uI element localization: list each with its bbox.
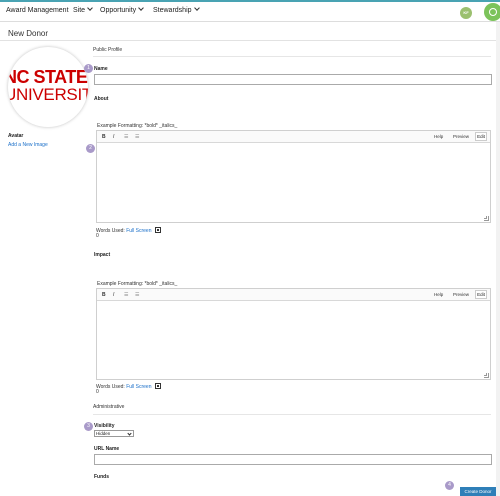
- edit-button[interactable]: Edit: [475, 290, 487, 299]
- fullscreen-link[interactable]: Full Screen: [126, 384, 151, 390]
- words-used-label: Words Used:: [96, 384, 125, 390]
- chevron-down-icon: [193, 5, 200, 11]
- bold-button[interactable]: B: [102, 292, 106, 298]
- step-marker: 3: [84, 422, 93, 431]
- nav-menu-site[interactable]: Site: [73, 5, 93, 14]
- user-avatar[interactable]: KF: [460, 7, 472, 19]
- chevron-down-icon: [138, 5, 145, 11]
- public-profile-heading: Public Profile: [93, 47, 123, 53]
- page-scrollbar[interactable]: [496, 22, 500, 496]
- bullet-list-icon[interactable]: ☰: [124, 292, 128, 298]
- fullscreen-icon[interactable]: [154, 227, 161, 233]
- impact-word-count: Words Used: Full Screen: [96, 382, 161, 390]
- nav-menu-opportunity[interactable]: Opportunity: [100, 5, 145, 14]
- donor-logo-image: NC STATE UNIVERSITY: [8, 47, 88, 127]
- words-used-label: Words Used:: [96, 228, 125, 234]
- edit-button[interactable]: Edit: [475, 132, 487, 141]
- step-marker: 1: [84, 64, 93, 73]
- top-navigation-bar: Award Management Site Opportunity Stewar…: [0, 2, 500, 22]
- impact-word-count-value: 0: [96, 389, 99, 395]
- name-label: Name: [94, 66, 108, 72]
- funds-label: Funds: [94, 474, 109, 480]
- visibility-select[interactable]: Hidden: [94, 430, 134, 437]
- bold-button[interactable]: B: [102, 134, 106, 140]
- about-editor: B I ☰ ☰ Help Preview Edit: [96, 130, 491, 223]
- nav-menu-stewardship[interactable]: Stewardship: [153, 5, 200, 14]
- step-marker: 4: [445, 481, 454, 490]
- visibility-label: Visibility: [94, 423, 115, 429]
- preview-button[interactable]: Preview: [453, 134, 469, 139]
- nav-menu-stewardship-label: Stewardship: [153, 7, 192, 14]
- help-icon[interactable]: [484, 3, 500, 21]
- resize-handle-icon[interactable]: [484, 216, 489, 221]
- about-editor-toolbar: B I ☰ ☰ Help Preview Edit: [97, 131, 490, 143]
- resize-handle-icon[interactable]: [484, 373, 489, 378]
- administrative-heading: Administrative: [93, 404, 125, 410]
- add-new-image-link[interactable]: Add a New Image: [8, 142, 48, 148]
- step-marker: 2: [86, 144, 95, 153]
- impact-label: Impact: [94, 252, 111, 258]
- about-textarea[interactable]: [97, 143, 490, 222]
- about-label: About: [94, 96, 109, 102]
- help-button[interactable]: Help: [434, 292, 443, 297]
- divider: [0, 40, 500, 41]
- divider: [93, 56, 491, 57]
- name-input[interactable]: [94, 74, 492, 85]
- italic-button[interactable]: I: [113, 292, 114, 298]
- page-title: New Donor: [8, 29, 49, 38]
- about-formatting-hint: Example Formatting: *bold* _italics_: [97, 123, 178, 129]
- impact-textarea[interactable]: [97, 301, 490, 379]
- brand-link[interactable]: Award Management: [6, 7, 69, 14]
- fullscreen-icon[interactable]: [154, 383, 161, 389]
- visibility-selected-value: Hidden: [96, 431, 111, 436]
- help-button[interactable]: Help: [434, 134, 443, 139]
- nav-menu-site-label: Site: [73, 7, 86, 14]
- bullet-list-icon[interactable]: ☰: [124, 134, 128, 140]
- about-word-count: Words Used: Full Screen: [96, 226, 161, 234]
- chevron-down-icon: [127, 431, 132, 436]
- avatar-label: Avatar: [8, 133, 24, 139]
- divider: [93, 414, 491, 415]
- nav-menu-opportunity-label: Opportunity: [100, 7, 137, 14]
- impact-formatting-hint: Example Formatting: *bold* _italics_: [97, 281, 178, 287]
- italic-button[interactable]: I: [113, 134, 114, 140]
- impact-editor-toolbar: B I ☰ ☰ Help Preview Edit: [97, 289, 490, 301]
- preview-button[interactable]: Preview: [453, 292, 469, 297]
- logo-text-line2: UNIVERSITY: [8, 85, 88, 104]
- chevron-down-icon: [87, 5, 93, 11]
- about-word-count-value: 0: [96, 233, 99, 239]
- impact-editor: B I ☰ ☰ Help Preview Edit: [96, 288, 491, 380]
- create-donor-button[interactable]: Create Donor: [460, 487, 496, 496]
- numbered-list-icon[interactable]: ☰: [135, 134, 139, 140]
- url-name-label: URL Name: [94, 446, 120, 452]
- numbered-list-icon[interactable]: ☰: [135, 292, 139, 298]
- url-name-input[interactable]: [94, 454, 492, 465]
- fullscreen-link[interactable]: Full Screen: [126, 228, 151, 234]
